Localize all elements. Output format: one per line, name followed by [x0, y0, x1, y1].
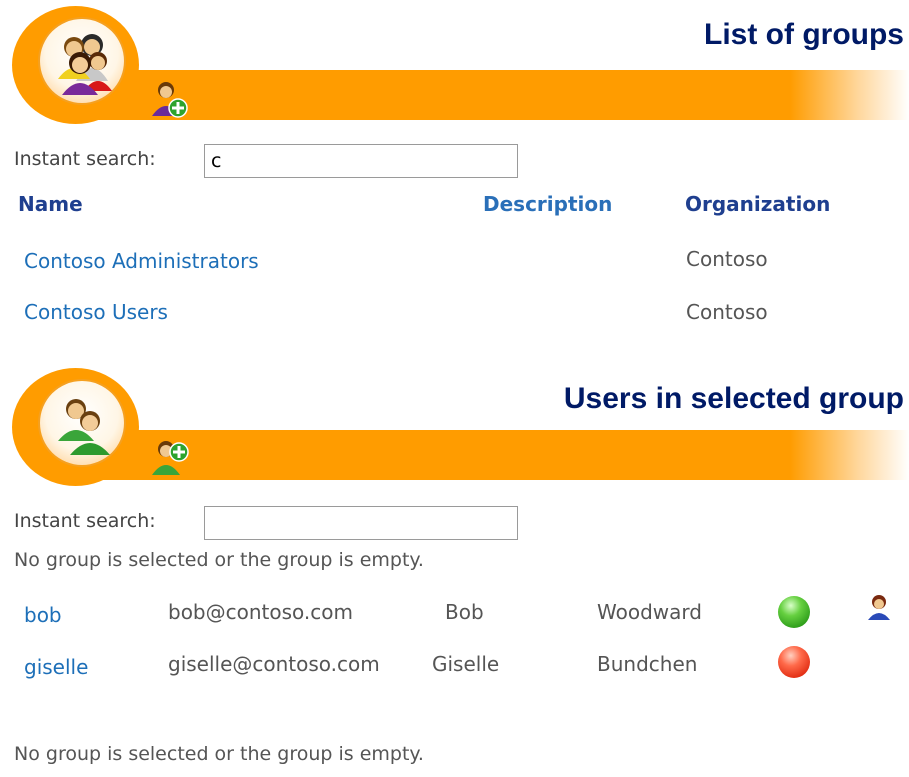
users-title: Users in selected group	[563, 382, 904, 415]
users-empty-message: No group is selected or the group is emp…	[14, 549, 424, 571]
user-email: giselle@contoso.com	[168, 652, 380, 676]
status-green-icon	[778, 596, 810, 628]
groups-search-input[interactable]	[204, 144, 518, 178]
users-banner: Users in selected group	[0, 364, 909, 494]
user-icon[interactable]	[866, 594, 892, 620]
groups-search-label: Instant search:	[14, 148, 156, 170]
status-red-icon	[778, 646, 810, 678]
user-first-name: Bob	[445, 600, 484, 624]
user-last-name: Bundchen	[597, 652, 698, 676]
group-link-contoso-users[interactable]: Contoso Users	[24, 300, 168, 324]
group-people-icon	[40, 19, 124, 103]
users-search-row: Instant search:	[14, 506, 518, 540]
groups-search-row: Instant search:	[14, 144, 518, 178]
group-organization: Contoso	[686, 300, 768, 324]
groups-title: List of groups	[704, 18, 904, 51]
user-first-name: Giselle	[432, 652, 500, 676]
column-header-organization[interactable]: Organization	[685, 192, 830, 216]
user-email: bob@contoso.com	[168, 600, 353, 624]
groups-banner-circle	[12, 6, 139, 124]
users-banner-circle	[12, 368, 139, 486]
user-last-name: Woodward	[597, 600, 702, 624]
add-group-icon[interactable]	[150, 80, 190, 120]
users-search-input[interactable]	[204, 506, 518, 540]
add-user-icon[interactable]	[150, 438, 190, 478]
group-link-contoso-administrators[interactable]: Contoso Administrators	[24, 249, 259, 273]
column-header-description[interactable]: Description	[483, 192, 612, 216]
user-link-giselle[interactable]: giselle	[24, 655, 88, 679]
groups-banner: List of groups	[0, 0, 909, 130]
group-organization: Contoso	[686, 247, 768, 271]
users-icon	[40, 381, 124, 465]
footer-empty-message: No group is selected or the group is emp…	[14, 743, 424, 765]
column-header-name[interactable]: Name	[18, 192, 83, 216]
users-search-label: Instant search:	[14, 510, 156, 532]
user-link-bob[interactable]: bob	[24, 603, 62, 627]
